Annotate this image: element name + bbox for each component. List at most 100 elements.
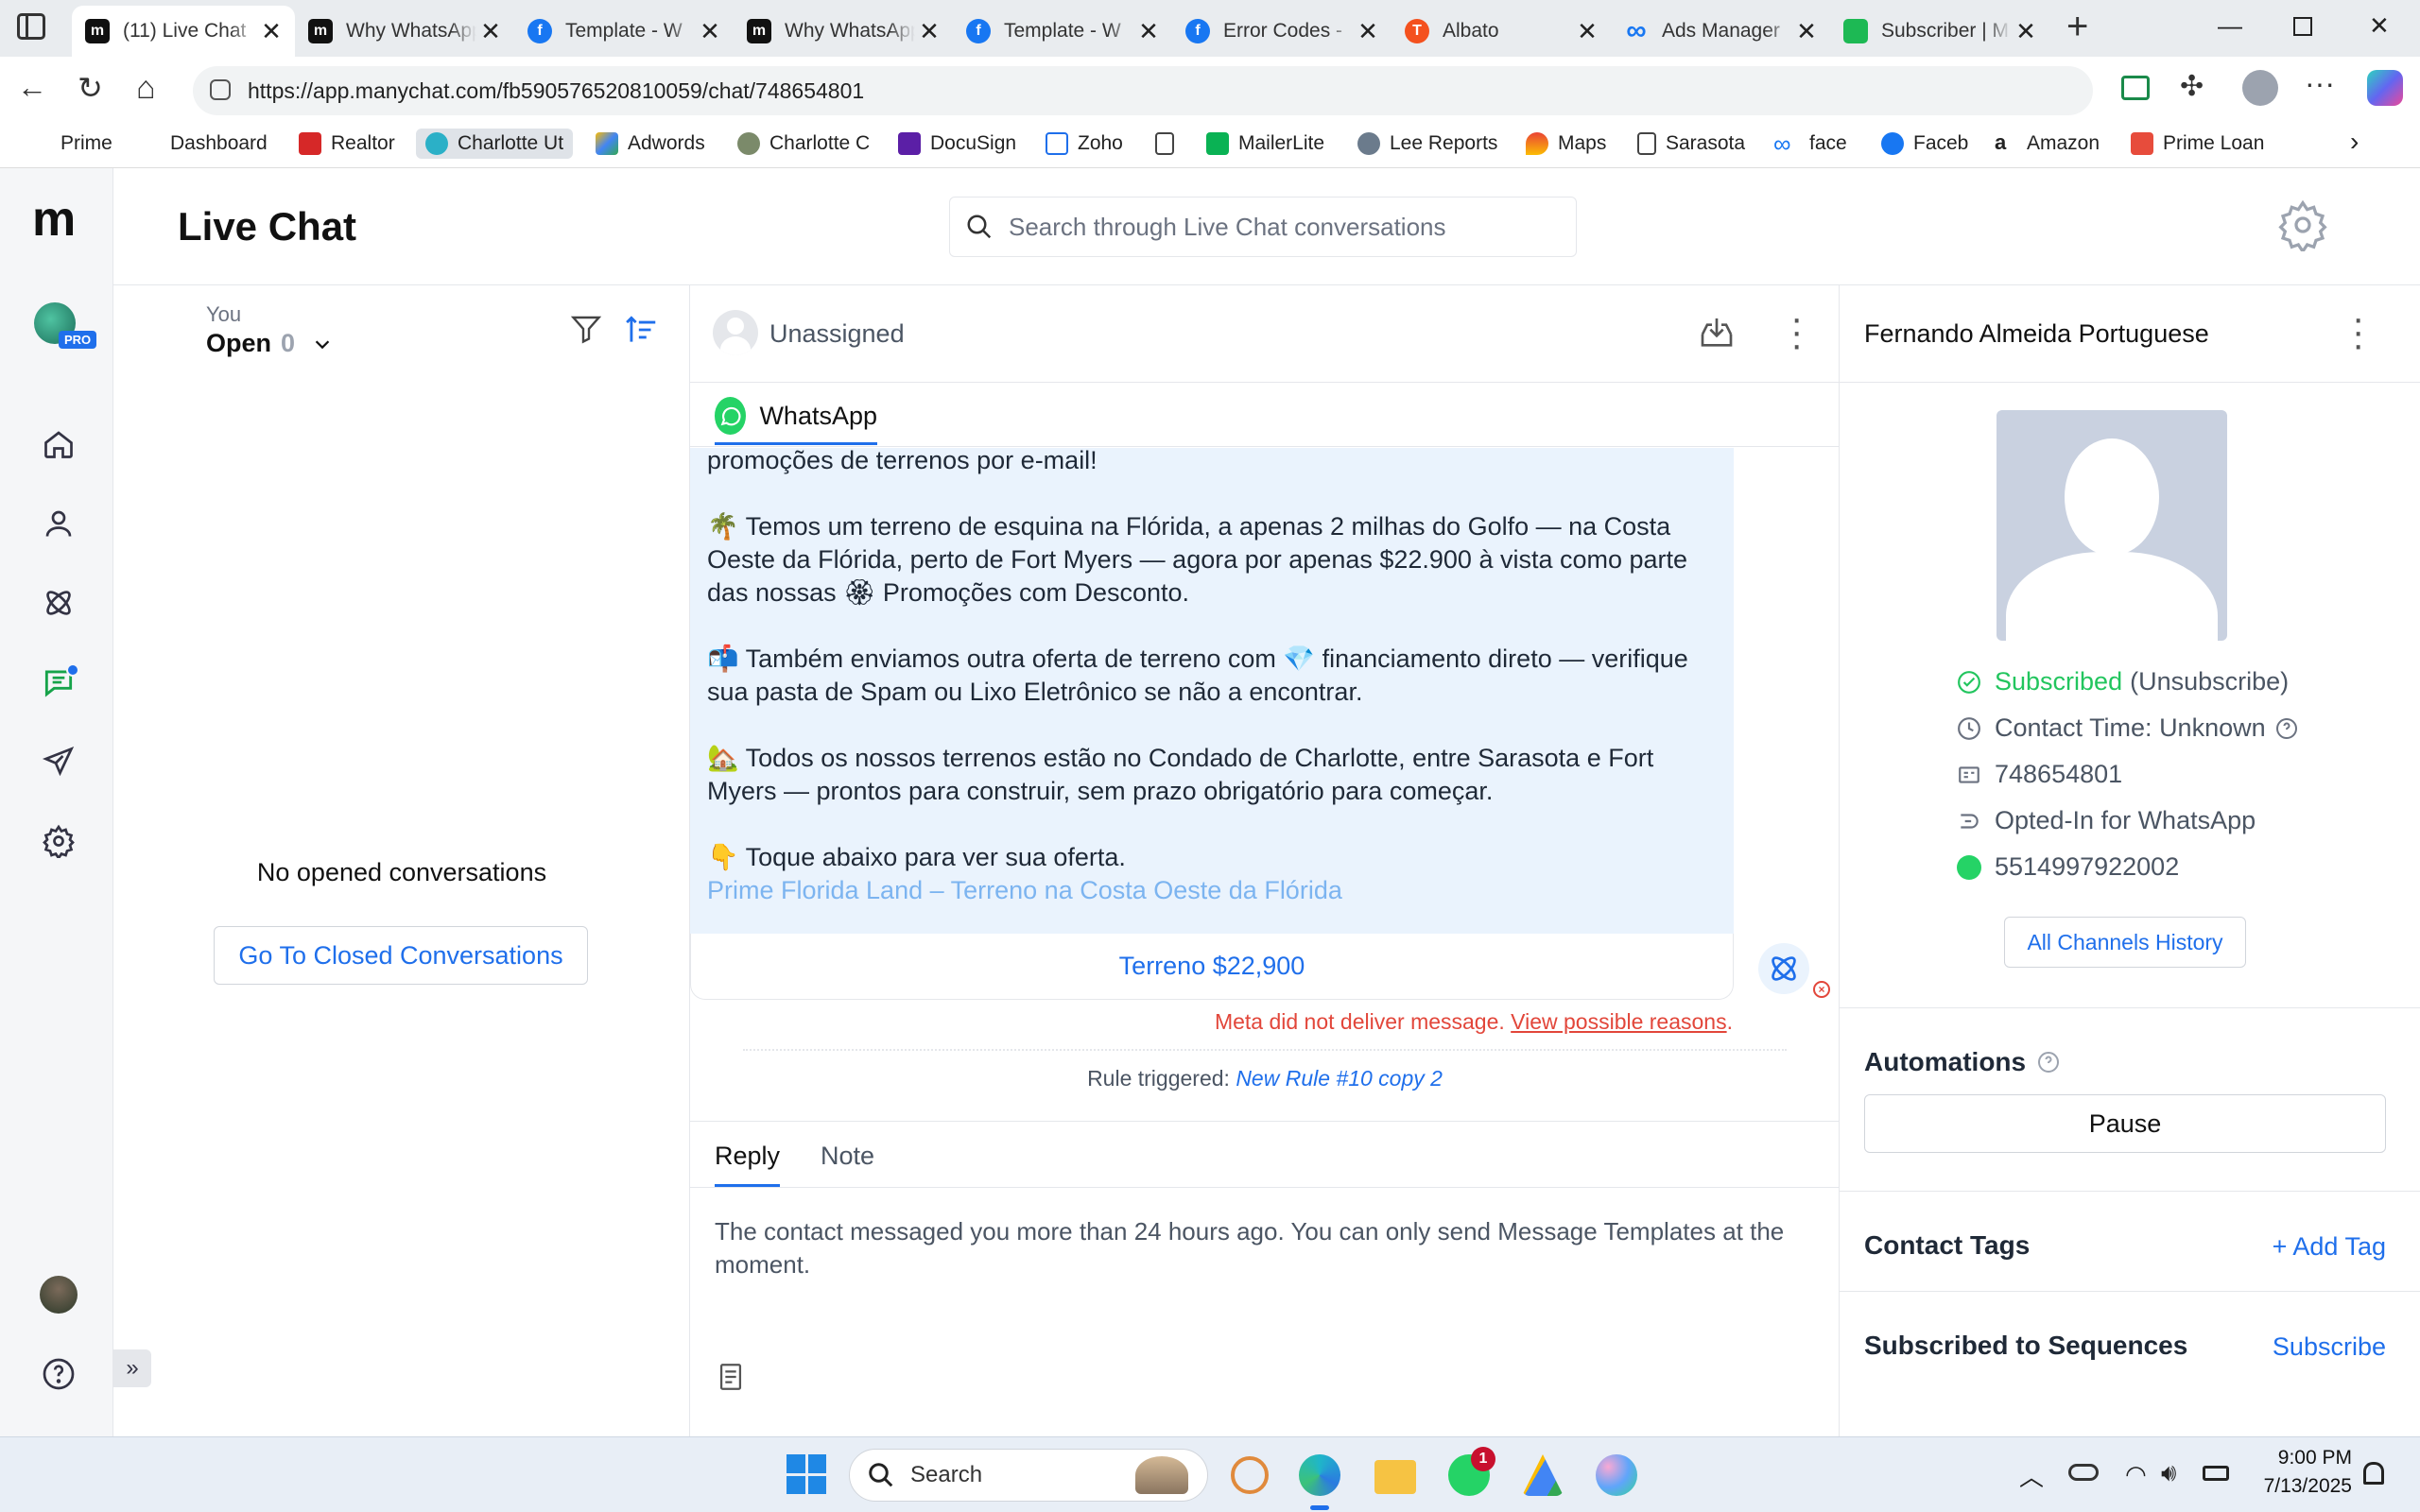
paint-app-icon[interactable] (1596, 1454, 1637, 1496)
bookmarks-overflow-icon[interactable]: › (2350, 127, 2359, 157)
profile-more-icon[interactable]: · · · (2352, 300, 2364, 364)
move-to-inbox-icon[interactable] (1698, 314, 1736, 356)
pause-automations-button[interactable]: Pause (1864, 1094, 2386, 1153)
swirl-app-icon[interactable] (1231, 1456, 1269, 1494)
tab-reply[interactable]: Reply (715, 1142, 781, 1187)
volume-icon[interactable]: 🔊︎ (2161, 1458, 2176, 1488)
chat-more-icon[interactable]: · · · (1790, 300, 1803, 364)
status-filter-dropdown[interactable]: Open 0 (206, 329, 333, 358)
extension-icon[interactable] (2121, 76, 2150, 100)
browser-tab[interactable]: ∞ Ads Manager ✕ (1611, 6, 1830, 57)
bookmark-item[interactable]: Charlotte C (737, 132, 870, 155)
channel-tab[interactable]: WhatsApp (715, 397, 877, 445)
bookmark-item[interactable]: Sarasota (1637, 132, 1745, 155)
edge-browser-icon[interactable] (1299, 1454, 1340, 1496)
battery-icon[interactable] (2203, 1466, 2229, 1481)
settings-gear-icon[interactable] (2276, 198, 2329, 256)
bookmark-item[interactable]: Charlotte Ut (416, 129, 574, 159)
unsubscribe-link[interactable]: (Unsubscribe) (2130, 667, 2289, 696)
bookmark-item[interactable]: Adwords (596, 132, 705, 155)
browser-tab[interactable]: f Template - W ✕ (514, 6, 734, 57)
bookmark-item[interactable]: Realtor (299, 132, 395, 155)
wifi-icon[interactable]: ◠ (2125, 1460, 2147, 1489)
browser-tab[interactable]: m Why WhatsApp ✕ (734, 6, 953, 57)
more-menu-icon[interactable]: ··· (2305, 66, 2335, 101)
close-tab-icon[interactable]: ✕ (2012, 17, 2040, 46)
taskbar-search[interactable]: Search (849, 1449, 1208, 1502)
bookmark-item[interactable]: Faceb (1881, 132, 1968, 155)
bookmark-item[interactable]: Prime (28, 132, 112, 155)
tab-note[interactable]: Note (821, 1142, 874, 1171)
rule-link[interactable]: New Rule #10 copy 2 (1236, 1066, 1443, 1091)
bookmark-item[interactable]: DocuSign (898, 132, 1016, 155)
tray-overflow-icon[interactable]: ︿ (2019, 1458, 2044, 1493)
assignee-label[interactable]: Unassigned (769, 319, 905, 349)
manychat-logo[interactable]: m (32, 195, 76, 244)
user-avatar[interactable] (40, 1276, 78, 1314)
windows-start-icon[interactable] (786, 1454, 826, 1494)
automation-nav-icon[interactable] (36, 580, 81, 626)
extensions-puzzle-icon[interactable]: ✣ (2180, 70, 2204, 103)
contacts-nav-icon[interactable] (36, 501, 81, 546)
onedrive-icon[interactable] (2068, 1464, 2099, 1481)
help-circle-icon[interactable] (2037, 1051, 2060, 1074)
bookmark-item[interactable]: ∞ face (1773, 131, 1847, 156)
bookmark-item[interactable]: Dashboard (138, 132, 268, 155)
new-tab-button[interactable]: + (2066, 6, 2088, 48)
restore-icon[interactable] (2293, 17, 2312, 36)
bookmark-item[interactable]: Maps (1526, 132, 1606, 155)
browser-tab[interactable]: m Why WhatsApp ✕ (295, 6, 514, 57)
close-tab-icon[interactable]: ✕ (1573, 17, 1601, 46)
assignee-avatar[interactable] (713, 310, 758, 355)
sort-icon[interactable] (624, 312, 660, 352)
clock-time[interactable]: 9:00 PM (2248, 1447, 2352, 1469)
bookmark-item[interactable]: MailerLite (1206, 132, 1324, 155)
broadcast-nav-icon[interactable] (36, 739, 81, 784)
browser-tab[interactable]: Subscriber | M ✕ (1830, 6, 2049, 57)
copilot-icon[interactable] (2367, 70, 2403, 106)
go-to-closed-button[interactable]: Go To Closed Conversations (214, 926, 588, 985)
message-link[interactable]: Prime Florida Land – Terreno na Costa Oe… (707, 874, 1719, 907)
browser-tab[interactable]: f Template - W ✕ (953, 6, 1172, 57)
template-picker-icon[interactable] (715, 1361, 747, 1398)
home-nav-icon[interactable] (36, 421, 81, 467)
help-circle-icon[interactable] (2275, 717, 2298, 740)
close-tab-icon[interactable]: ✕ (257, 17, 285, 46)
back-icon[interactable]: ← (17, 70, 47, 105)
tab-actions-icon[interactable] (17, 13, 45, 40)
all-channels-history-button[interactable]: All Channels History (2004, 917, 2246, 968)
reload-icon[interactable]: ↻ (78, 70, 103, 106)
bookmark-item[interactable]: Zoho (1046, 132, 1123, 155)
browser-tab[interactable]: T Albato ✕ (1392, 6, 1611, 57)
settings-nav-icon[interactable] (36, 818, 81, 864)
close-tab-icon[interactable]: ✕ (1134, 17, 1163, 46)
notification-bell-icon[interactable] (2363, 1462, 2384, 1485)
help-icon[interactable] (36, 1351, 81, 1397)
add-tag-button[interactable]: + Add Tag (2273, 1232, 2386, 1262)
subscribe-sequence-link[interactable]: Subscribe (2273, 1332, 2386, 1362)
clock-date[interactable]: 7/13/2025 (2248, 1475, 2352, 1498)
close-tab-icon[interactable]: ✕ (1354, 17, 1382, 46)
url-text[interactable]: https://app.manychat.com/fb5905765208100… (248, 78, 864, 104)
view-reasons-link[interactable]: View possible reasons (1511, 1009, 1726, 1034)
browser-tab[interactable]: m (11) Live Chat ✕ (72, 6, 295, 57)
bookmark-item[interactable] (1155, 132, 1184, 155)
minimize-icon[interactable]: — (2218, 11, 2242, 41)
home-icon[interactable]: ⌂ (136, 70, 156, 107)
address-bar[interactable]: https://app.manychat.com/fb5905765208100… (193, 66, 2093, 115)
search-input[interactable]: Search through Live Chat conversations (949, 197, 1577, 257)
google-ads-icon[interactable] (1522, 1454, 1564, 1496)
bookmark-item[interactable]: Lee Reports (1357, 132, 1497, 155)
bookmark-item[interactable]: a Amazon (1995, 132, 2100, 155)
live-chat-nav-icon[interactable] (36, 660, 81, 705)
close-tab-icon[interactable]: ✕ (915, 17, 943, 46)
site-info-icon[interactable] (210, 79, 231, 100)
close-window-icon[interactable]: ✕ (2369, 11, 2390, 41)
file-explorer-icon[interactable] (1374, 1460, 1416, 1494)
profile-icon[interactable] (2242, 70, 2278, 106)
template-button[interactable]: Terreno $22,900 (690, 934, 1734, 1000)
close-tab-icon[interactable]: ✕ (1792, 17, 1821, 46)
close-tab-icon[interactable]: ✕ (696, 17, 724, 46)
browser-tab[interactable]: f Error Codes - ✕ (1172, 6, 1392, 57)
bookmark-item[interactable]: Prime Loan (2131, 132, 2264, 155)
